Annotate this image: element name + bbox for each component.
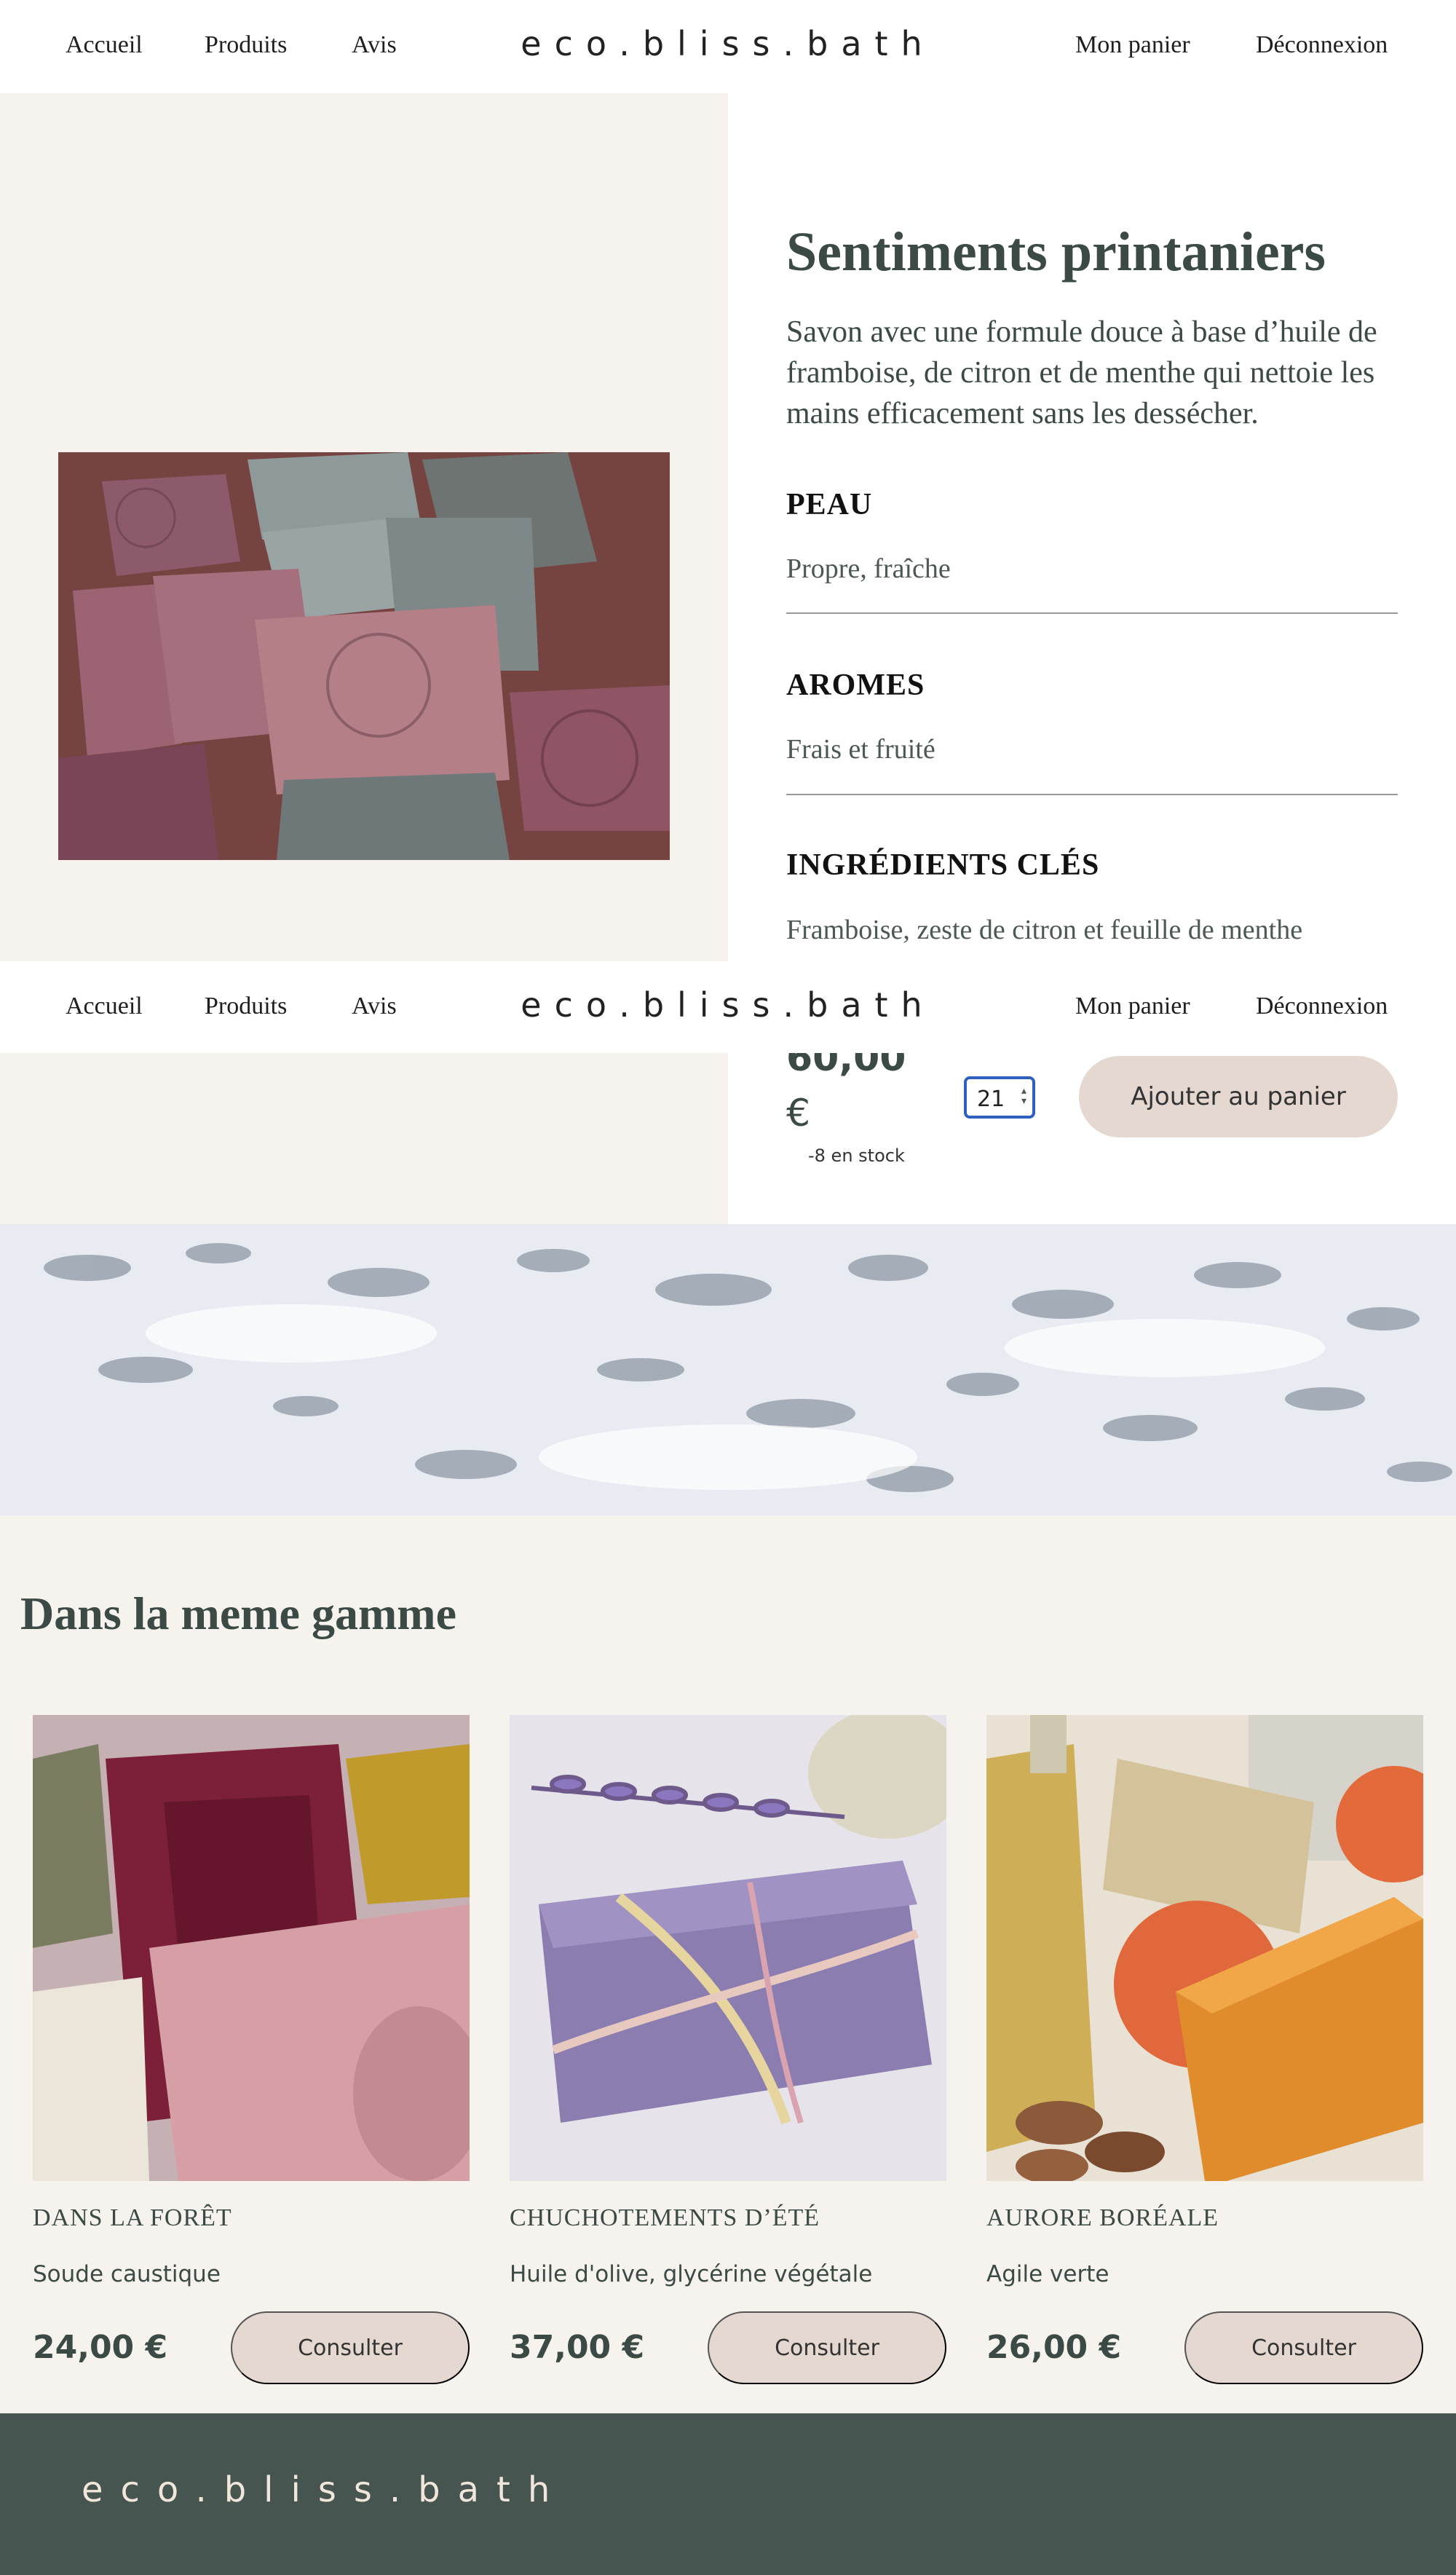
- product-card-photo[interactable]: [510, 1715, 946, 2181]
- product-card-ingredients: Agile verte: [986, 2261, 1109, 2287]
- related-products-title: Dans la meme gamme: [20, 1588, 456, 1639]
- aromas-value: Frais et fruité: [786, 734, 935, 765]
- view-product-button[interactable]: Consulter: [1184, 2311, 1423, 2384]
- nav-products-link[interactable]: Produits: [205, 31, 287, 60]
- product-card-name: CHUCHOTEMENTS D’ÉTÉ: [510, 2204, 820, 2231]
- nav-reviews-link[interactable]: Avis: [352, 992, 397, 1021]
- quantity-value: 21: [977, 1087, 1005, 1112]
- attribute-divider: [786, 612, 1398, 614]
- skin-heading: PEAU: [786, 488, 873, 521]
- ingredients-heading: INGRÉDIENTS CLÉS: [786, 848, 1100, 882]
- product-photo: [58, 452, 670, 860]
- product-card-name: DANS LA FORÊT: [33, 2204, 232, 2231]
- product-card-ingredients: Soude caustique: [33, 2261, 221, 2287]
- top-navbar: Accueil Produits Avis eco.bliss.bath Mon…: [0, 0, 1456, 93]
- product-card-price: 37,00 €: [510, 2329, 645, 2366]
- stock-status: -8 en stock: [808, 1145, 905, 1166]
- view-product-button[interactable]: Consulter: [231, 2311, 470, 2384]
- add-to-cart-button[interactable]: Ajouter au panier: [1079, 1056, 1398, 1137]
- foam-banner-image: [0, 1224, 1456, 1515]
- aromas-heading: AROMES: [786, 669, 925, 702]
- attribute-divider: [786, 794, 1398, 795]
- product-card-ingredients: Huile d'olive, glycérine végétale: [510, 2261, 873, 2287]
- ingredients-value: Framboise, zeste de citron et feuille de…: [786, 915, 1303, 945]
- price-currency: €: [786, 1092, 811, 1135]
- nav-home-link[interactable]: Accueil: [66, 992, 143, 1021]
- sticky-navbar: Accueil Produits Avis eco.bliss.bath Mon…: [0, 961, 1456, 1053]
- view-product-button[interactable]: Consulter: [708, 2311, 946, 2384]
- nav-logout-link[interactable]: Déconnexion: [1256, 992, 1388, 1021]
- nav-products-link[interactable]: Produits: [205, 992, 287, 1021]
- footer-logo[interactable]: eco.bliss.bath: [82, 2469, 567, 2511]
- nav-logout-link[interactable]: Déconnexion: [1256, 31, 1388, 60]
- product-title: Sentiments printaniers: [786, 221, 1326, 283]
- skin-value: Propre, fraîche: [786, 553, 951, 584]
- product-description: Savon avec une formule douce à base d’hu…: [786, 315, 1377, 430]
- nav-home-link[interactable]: Accueil: [66, 31, 143, 60]
- site-logo[interactable]: eco.bliss.bath: [521, 985, 935, 1025]
- nav-reviews-link[interactable]: Avis: [352, 31, 397, 60]
- product-card-photo[interactable]: [33, 1715, 470, 2181]
- site-logo[interactable]: eco.bliss.bath: [521, 23, 935, 64]
- product-card-photo[interactable]: [986, 1715, 1423, 2181]
- nav-cart-link[interactable]: Mon panier: [1075, 992, 1190, 1021]
- stepper-arrows-icon[interactable]: ▴ ▾: [1021, 1087, 1026, 1107]
- nav-cart-link[interactable]: Mon panier: [1075, 31, 1190, 60]
- product-card-price: 26,00 €: [986, 2329, 1122, 2366]
- quantity-stepper[interactable]: 21 ▴ ▾: [964, 1076, 1035, 1119]
- product-card-name: AURORE BORÉALE: [986, 2204, 1219, 2231]
- product-card-price: 24,00 €: [33, 2329, 168, 2366]
